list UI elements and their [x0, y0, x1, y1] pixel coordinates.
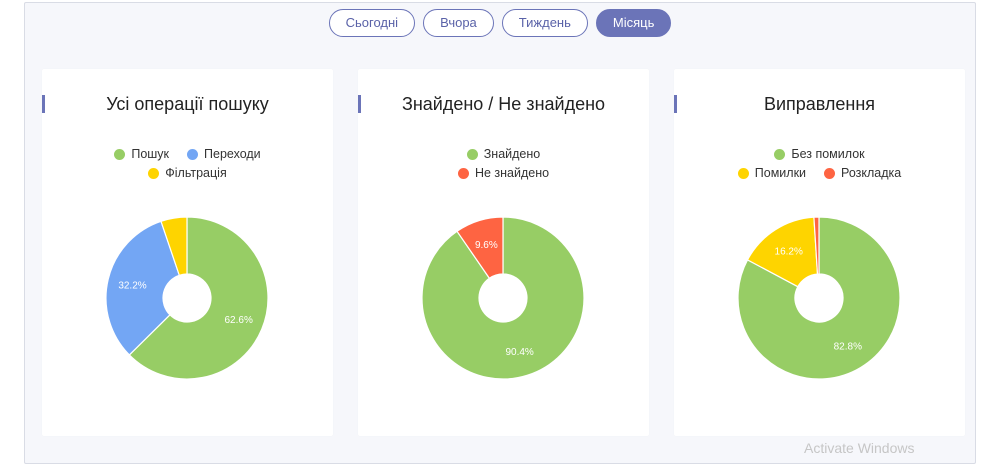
- chart-card-all-search-operations: Усі операції пошуку Пошук Переходи Фільтра…: [42, 69, 333, 436]
- slice-label-знайдено: 90.4%: [505, 347, 533, 358]
- chart-card-found-not-found: Знайдено / Не знайдено Знайдено Не знайде…: [358, 69, 649, 436]
- pie-chart: 90.4% 9.6%: [421, 216, 585, 380]
- slice-label-пошук: 62.6%: [224, 315, 252, 326]
- tab-month[interactable]: Місяць: [595, 9, 672, 37]
- slice-label-помилки: 16.2%: [775, 246, 803, 257]
- tab-week[interactable]: Тиждень: [501, 9, 588, 37]
- windows-activation-watermark: Activate Windows: [804, 440, 915, 456]
- tab-today[interactable]: Сьогодні: [328, 9, 416, 37]
- slice-label-не-знайдено: 9.6%: [475, 240, 498, 251]
- pie-chart: 62.6% 32.2%: [105, 216, 269, 380]
- chart-card-corrections: Виправлення Без помилок Помилки Розкладка …: [674, 69, 965, 436]
- period-tabs: Сьогодні Вчора Тиждень Місяць: [0, 9, 1000, 37]
- slice-label-без-помилок: 82.8%: [834, 342, 862, 353]
- tab-yesterday[interactable]: Вчора: [423, 9, 494, 37]
- pie-chart: 82.8% 16.2%: [737, 216, 901, 380]
- slice-label-переходи: 32.2%: [118, 281, 146, 292]
